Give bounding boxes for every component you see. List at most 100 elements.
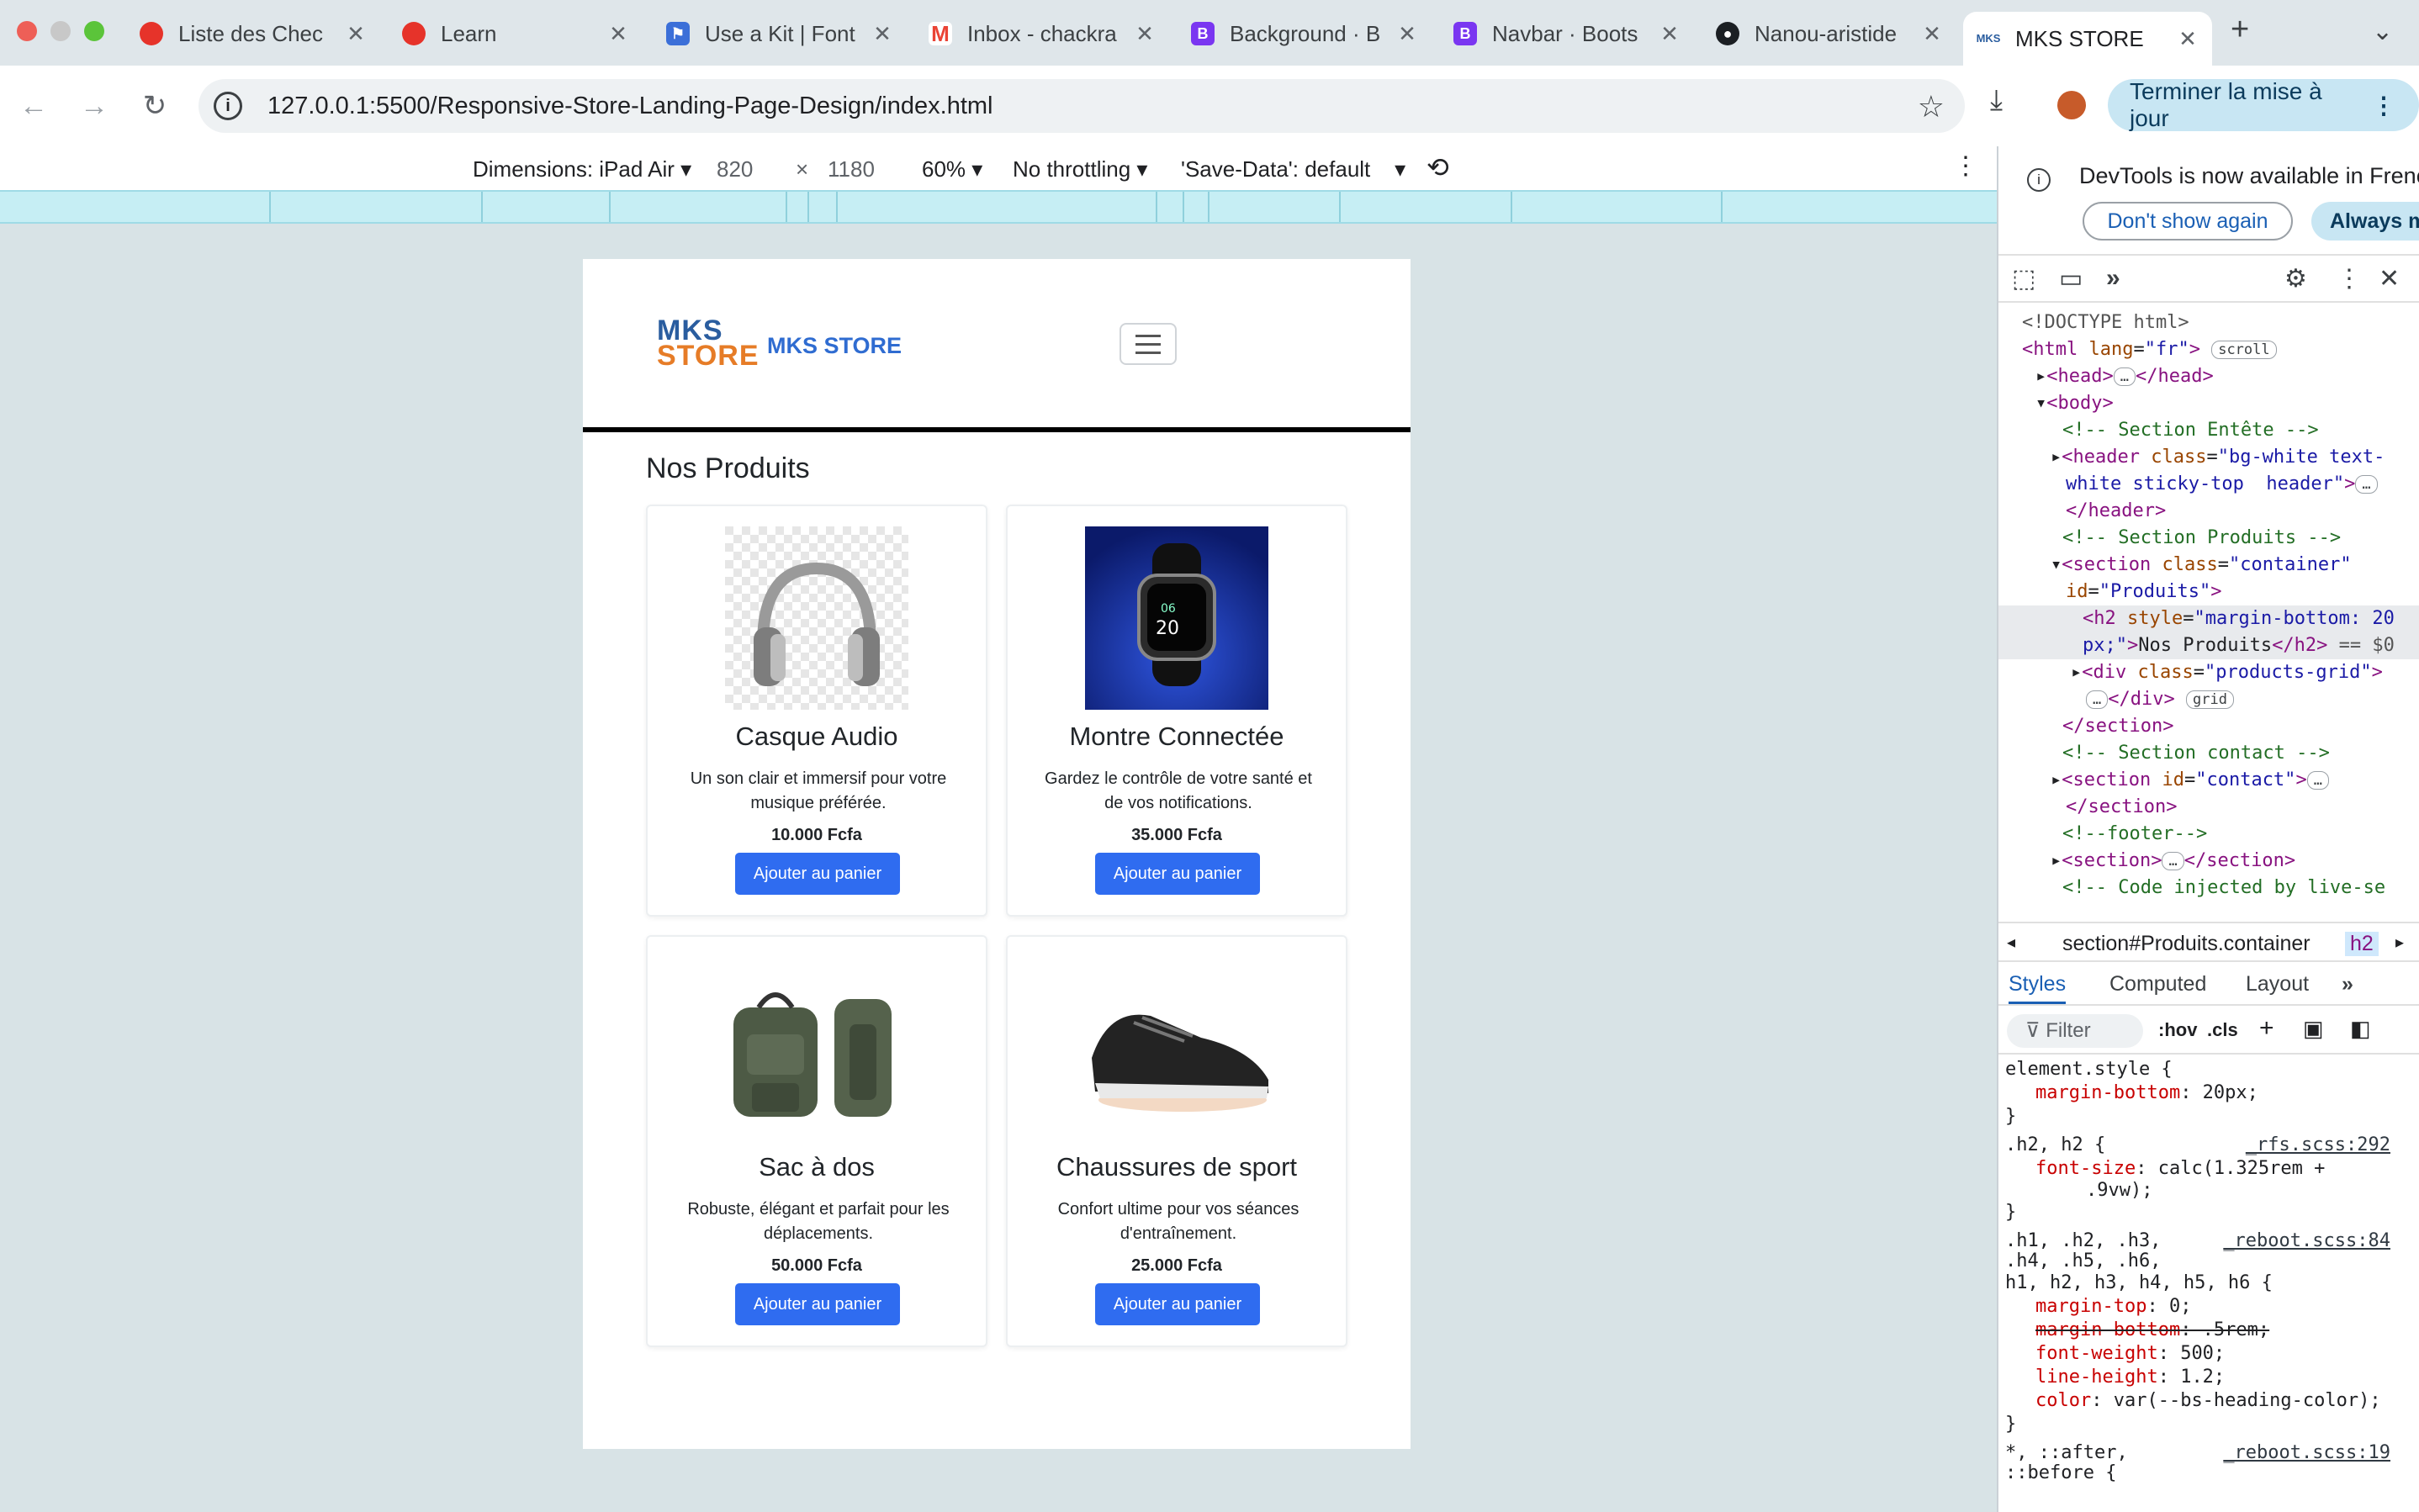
close-tab-icon[interactable]: ✕: [1395, 21, 1420, 47]
browser-tab[interactable]: B Background · B ✕: [1191, 12, 1420, 56]
store-logo[interactable]: MKS STORE: [657, 316, 760, 370]
reload-icon[interactable]: ↻: [133, 84, 177, 128]
close-tab-icon[interactable]: ✕: [1132, 21, 1157, 47]
device-toolbar: Dimensions: iPad Air ▾ 820 × 1180 60% ▾ …: [0, 146, 1997, 190]
browser-tab[interactable]: Liste des Chec ✕: [140, 12, 368, 56]
filter-input[interactable]: ⊽ Filter: [2007, 1014, 2143, 1048]
close-window-button[interactable]: [17, 21, 37, 41]
add-to-cart-button[interactable]: Ajouter au panier: [1095, 853, 1260, 895]
media-query-ruler[interactable]: [0, 190, 1997, 224]
paint-icon[interactable]: ▣: [2303, 1016, 2324, 1042]
tab-title: Learn: [441, 20, 497, 46]
site-header: MKS STORE MKS STORE: [583, 259, 1411, 432]
close-tab-icon[interactable]: ✕: [870, 21, 895, 47]
tab-layout[interactable]: Layout: [2246, 972, 2309, 997]
browser-toolbar: ← → ↻ i 127.0.0.1:5500/Responsive-Store-…: [0, 66, 2419, 146]
throttling-select[interactable]: No throttling ▾: [1013, 156, 1147, 182]
opera-icon: [402, 22, 426, 45]
cls-toggle[interactable]: .cls: [2207, 1019, 2238, 1041]
tab-title: Background · B: [1230, 20, 1381, 46]
new-rule-icon[interactable]: +: [2259, 1014, 2274, 1043]
more-vert-icon[interactable]: ⋮: [1953, 151, 1978, 181]
update-button[interactable]: Terminer la mise à jour ⋮: [2108, 78, 2419, 131]
more-vert-icon[interactable]: ⋮: [2337, 264, 2362, 293]
zoom-select[interactable]: 60% ▾: [922, 156, 982, 182]
close-tab-icon[interactable]: ✕: [606, 21, 631, 47]
product-price: 35.000 Fcfa: [1131, 826, 1222, 844]
browser-tab[interactable]: ⚑ Use a Kit | Font ✕: [666, 12, 895, 56]
more-panels-icon[interactable]: »: [2106, 264, 2120, 293]
scroll-left-icon[interactable]: ◂: [2007, 932, 2015, 953]
bootstrap-icon: B: [1453, 22, 1477, 45]
styles-rules[interactable]: element.style { margin-bottom: 20px; } .…: [1998, 1056, 2419, 1512]
tab-title: Liste des Chec: [178, 20, 323, 46]
site-info-icon[interactable]: i: [214, 92, 242, 120]
save-data-select[interactable]: 'Save-Data': default ▾: [1181, 156, 1405, 182]
gear-icon[interactable]: ⚙: [2284, 264, 2307, 293]
brand-name[interactable]: MKS STORE: [767, 333, 902, 359]
save-data-label: 'Save-Data': default: [1181, 156, 1371, 182]
close-tab-icon[interactable]: ✕: [2175, 26, 2200, 52]
browser-tab[interactable]: B Navbar · Boots ✕: [1453, 12, 1682, 56]
tab-title: MKS STORE: [2015, 25, 2144, 51]
add-to-cart-button[interactable]: Ajouter au panier: [735, 1283, 900, 1325]
add-to-cart-button[interactable]: Ajouter au panier: [735, 853, 900, 895]
forward-icon[interactable]: →: [72, 84, 116, 128]
product-card: Casque Audio Un son clair et immersif po…: [646, 505, 987, 917]
dont-show-again-button[interactable]: Don't show again: [2083, 202, 2293, 241]
zoom-label: 60%: [922, 156, 966, 182]
tab-title: Navbar · Boots: [1492, 20, 1638, 46]
close-tab-icon[interactable]: ✕: [1919, 21, 1945, 47]
more-tabs-icon[interactable]: »: [2342, 972, 2353, 997]
product-name: Montre Connectée: [1069, 722, 1284, 751]
browser-tab-active[interactable]: MKS MKS STORE ✕: [1963, 12, 2212, 66]
rotate-icon[interactable]: ⟲: [1427, 151, 1449, 183]
device-toggle-icon[interactable]: ▭: [2059, 264, 2083, 293]
hov-toggle[interactable]: :hov: [2158, 1019, 2197, 1041]
address-bar[interactable]: i 127.0.0.1:5500/Responsive-Store-Landin…: [198, 79, 1965, 133]
times-icon: ×: [796, 156, 809, 182]
breadcrumb-section[interactable]: section#Produits.container: [2062, 932, 2310, 956]
new-tab-icon[interactable]: +: [2231, 12, 2249, 48]
device-dimensions-select[interactable]: Dimensions: iPad Air ▾: [473, 156, 691, 182]
product-description: Un son clair et immersif pour votre musi…: [690, 769, 947, 812]
always-match-button[interactable]: Always ma: [2311, 202, 2419, 241]
throttling-label: No throttling: [1013, 156, 1131, 182]
chevron-down-icon[interactable]: ⌄: [2372, 17, 2393, 46]
download-icon[interactable]: ⤓: [1990, 84, 2003, 117]
tab-computed[interactable]: Computed: [2109, 972, 2206, 997]
breadcrumb-h2[interactable]: h2: [2345, 932, 2379, 956]
bookmark-star-icon[interactable]: ☆: [1918, 89, 1945, 124]
sidebar-toggle-icon[interactable]: ◧: [2350, 1016, 2371, 1042]
device-width-input[interactable]: 820: [717, 156, 753, 182]
hamburger-menu-button[interactable]: [1120, 323, 1177, 365]
opera-icon: [140, 22, 163, 45]
devtools-toolbar: ⬚ ▭ » ⚙ ⋮ ✕: [1998, 256, 2419, 303]
more-vert-icon: ⋮: [2372, 92, 2395, 119]
inspect-element-icon[interactable]: ⬚: [2012, 264, 2035, 293]
smartwatch-image: 06 20: [1085, 526, 1268, 710]
profile-avatar[interactable]: [2057, 91, 2086, 119]
dimensions-label: Dimensions: iPad Air: [473, 156, 675, 182]
filter-placeholder: Filter: [2046, 1019, 2091, 1042]
svg-text:20: 20: [1156, 618, 1179, 639]
maximize-window-button[interactable]: [84, 21, 104, 41]
browser-tab[interactable]: Learn ✕: [402, 12, 631, 56]
minimize-window-button[interactable]: [50, 21, 71, 41]
product-name: Chaussures de sport: [1056, 1152, 1298, 1182]
device-height-input[interactable]: 1180: [828, 156, 875, 182]
close-tab-icon[interactable]: ✕: [343, 21, 368, 47]
tab-strip: Liste des Chec ✕ Learn ✕ ⚑ Use a Kit | F…: [0, 0, 2419, 66]
browser-tab[interactable]: ● Nanou-aristide ✕: [1716, 12, 1945, 56]
close-tab-icon[interactable]: ✕: [1657, 21, 1682, 47]
close-icon[interactable]: ✕: [2379, 264, 2400, 293]
product-description: Robuste, élégant et parfait pour les dép…: [687, 1200, 950, 1243]
add-to-cart-button[interactable]: Ajouter au panier: [1095, 1283, 1260, 1325]
back-icon[interactable]: ←: [12, 84, 56, 128]
tab-styles[interactable]: Styles: [2009, 972, 2067, 1004]
scroll-right-icon[interactable]: ▸: [2395, 932, 2404, 953]
url-text[interactable]: 127.0.0.1:5500/Responsive-Store-Landing-…: [267, 93, 992, 120]
sneakers-image: [1075, 957, 1282, 1140]
tab-title: Inbox - chackra: [967, 20, 1117, 46]
browser-tab[interactable]: M Inbox - chackra ✕: [929, 12, 1157, 56]
